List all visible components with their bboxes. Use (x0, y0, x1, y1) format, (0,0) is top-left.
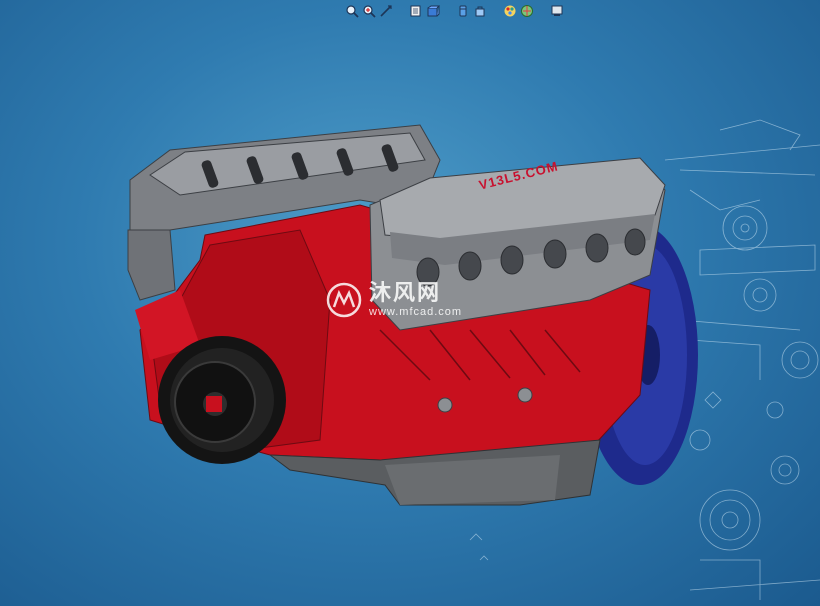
zoom-to-area-icon (363, 5, 376, 18)
watermark-logo-icon (326, 282, 362, 318)
site-watermark: 沐风网 www.mfcad.com (325, 276, 495, 324)
apply-scene-icon (521, 5, 533, 17)
view-settings-icon (551, 5, 563, 16)
zoom-to-fit-icon (346, 5, 359, 18)
watermark-chinese-text: 沐风网 (369, 280, 442, 306)
view-orientation-button[interactable] (425, 3, 441, 19)
edit-appearance-icon (504, 5, 516, 17)
view-settings-button[interactable] (549, 3, 565, 19)
heads-up-view-toolbar (344, 2, 565, 20)
hide-show-items-button[interactable] (472, 3, 488, 19)
view-orientation-icon (427, 5, 440, 17)
rotate-view-button[interactable] (378, 3, 394, 19)
section-view-icon (410, 5, 421, 17)
3d-model-viewport[interactable]: V13L5.COM 沐风网 www.mfcad.com (0, 0, 820, 606)
edit-appearance-button[interactable] (502, 3, 518, 19)
display-style-icon (459, 5, 467, 17)
display-style-button[interactable] (455, 3, 471, 19)
hide-show-items-icon (475, 6, 485, 17)
apply-scene-button[interactable] (519, 3, 535, 19)
zoom-to-area-button[interactable] (361, 3, 377, 19)
watermark-url-text: www.mfcad.com (369, 305, 463, 318)
section-view-button[interactable] (408, 3, 424, 19)
rotate-view-icon (380, 5, 392, 17)
zoom-to-fit-button[interactable] (344, 3, 360, 19)
